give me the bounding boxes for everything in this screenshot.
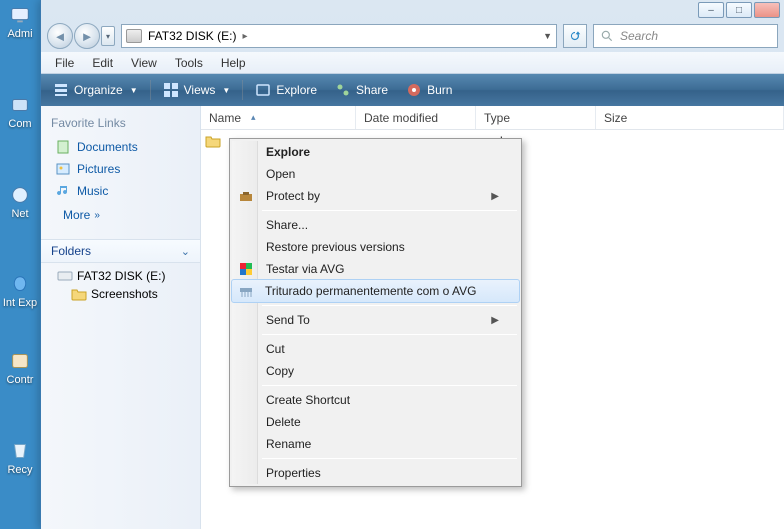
drive-icon	[126, 29, 142, 43]
tree-item-drive[interactable]: FAT32 DISK (E:)	[53, 267, 200, 285]
ctx-send-to[interactable]: Send To ▶	[232, 309, 519, 331]
music-icon	[55, 183, 71, 199]
ctx-delete[interactable]: Delete	[232, 411, 519, 433]
breadcrumb-arrow-icon[interactable]: ▸	[242, 31, 247, 42]
views-icon	[163, 82, 179, 98]
desktop-icons: Admi Com Net Int Exp Contr Recy	[0, 0, 40, 480]
minimize-button[interactable]: –	[698, 2, 724, 18]
burn-icon	[406, 82, 422, 98]
folder-icon	[71, 287, 87, 301]
forward-button[interactable]: ►	[74, 23, 100, 49]
maximize-button[interactable]: □	[726, 2, 752, 18]
sidebar-link-pictures[interactable]: Pictures	[41, 158, 200, 180]
tree-item-folder[interactable]: Screenshots	[53, 285, 200, 303]
sort-asc-icon: ▴	[251, 112, 256, 123]
navbar: ◄ ► ▾ FAT32 DISK (E:) ▸ ▼ Search	[41, 20, 784, 52]
menu-edit[interactable]: Edit	[84, 54, 121, 72]
submenu-arrow-icon: ▶	[491, 315, 499, 326]
shredder-icon	[238, 283, 254, 299]
folder-icon	[205, 134, 221, 148]
ctx-properties[interactable]: Properties	[232, 462, 519, 484]
desktop-icon[interactable]: Recy	[0, 436, 40, 480]
desktop-icon[interactable]: Com	[0, 90, 40, 134]
address-dropdown-icon[interactable]: ▼	[543, 31, 552, 41]
search-icon	[600, 29, 614, 43]
menubar: File Edit View Tools Help	[41, 52, 784, 74]
pictures-icon	[55, 161, 71, 177]
close-button[interactable]	[754, 2, 780, 18]
ctx-open[interactable]: Open	[232, 163, 519, 185]
sidebar-link-music[interactable]: Music	[41, 180, 200, 202]
ctx-cut[interactable]: Cut	[232, 338, 519, 360]
explore-button[interactable]: Explore	[249, 80, 323, 100]
ctx-copy[interactable]: Copy	[232, 360, 519, 382]
share-button[interactable]: Share	[329, 80, 394, 100]
chevron-right-icon: »	[94, 210, 100, 221]
ctx-rename[interactable]: Rename	[232, 433, 519, 455]
drive-icon	[57, 269, 73, 283]
ctx-restore[interactable]: Restore previous versions	[232, 236, 519, 258]
toolbar: Organize ▼ Views ▼ Explore Share Burn	[41, 74, 784, 106]
back-button[interactable]: ◄	[47, 23, 73, 49]
search-input[interactable]: Search	[593, 24, 778, 48]
folder-tree: FAT32 DISK (E:) Screenshots	[41, 263, 200, 307]
column-type[interactable]: Type	[476, 106, 596, 129]
context-menu: Explore Open Protect by ▶ Share... Resto…	[229, 138, 522, 487]
column-date[interactable]: Date modified	[356, 106, 476, 129]
ctx-testar-avg[interactable]: Testar via AVG	[232, 258, 519, 280]
titlebar: – □	[41, 0, 784, 20]
desktop-icon[interactable]: Int Exp	[0, 270, 40, 314]
desktop-icon[interactable]: Net	[0, 180, 40, 224]
column-name[interactable]: Name ▴	[201, 106, 356, 129]
organize-button[interactable]: Organize ▼	[47, 80, 144, 100]
share-icon	[335, 82, 351, 98]
chevron-down-icon: ▼	[130, 86, 138, 95]
explore-icon	[255, 82, 271, 98]
ctx-triturado-avg[interactable]: Triturado permanentemente com o AVG	[231, 279, 520, 303]
avg-icon	[238, 261, 254, 277]
documents-icon	[55, 139, 71, 155]
sidebar-more[interactable]: More »	[41, 202, 200, 225]
menu-tools[interactable]: Tools	[167, 54, 211, 72]
ctx-protect-by[interactable]: Protect by ▶	[232, 185, 519, 207]
ctx-create-shortcut[interactable]: Create Shortcut	[232, 389, 519, 411]
menu-view[interactable]: View	[123, 54, 165, 72]
desktop-icon[interactable]: Admi	[0, 0, 40, 44]
folders-header[interactable]: Folders ⌄	[41, 239, 200, 263]
menu-file[interactable]: File	[47, 54, 82, 72]
refresh-button[interactable]	[563, 24, 587, 48]
favorites-header: Favorite Links	[41, 112, 200, 136]
burn-button[interactable]: Burn	[400, 80, 458, 100]
nav-history-dropdown[interactable]: ▾	[101, 26, 115, 46]
column-headers: Name ▴ Date modified Type Size	[201, 106, 784, 130]
column-size[interactable]: Size	[596, 106, 784, 129]
address-bar[interactable]: FAT32 DISK (E:) ▸ ▼	[121, 24, 557, 48]
submenu-arrow-icon: ▶	[491, 191, 499, 202]
menu-help[interactable]: Help	[213, 54, 254, 72]
ctx-share[interactable]: Share...	[232, 214, 519, 236]
address-path: FAT32 DISK (E:)	[148, 29, 236, 43]
ctx-explore[interactable]: Explore	[232, 141, 519, 163]
chevron-down-icon: ⌄	[181, 245, 190, 258]
chevron-down-icon: ▼	[222, 86, 230, 95]
organize-icon	[53, 82, 69, 98]
views-button[interactable]: Views ▼	[157, 80, 237, 100]
search-placeholder: Search	[620, 29, 658, 43]
sidebar: Favorite Links Documents Pictures Music …	[41, 106, 201, 529]
briefcase-icon	[238, 188, 254, 204]
desktop-icon[interactable]: Contr	[0, 346, 40, 390]
sidebar-link-documents[interactable]: Documents	[41, 136, 200, 158]
